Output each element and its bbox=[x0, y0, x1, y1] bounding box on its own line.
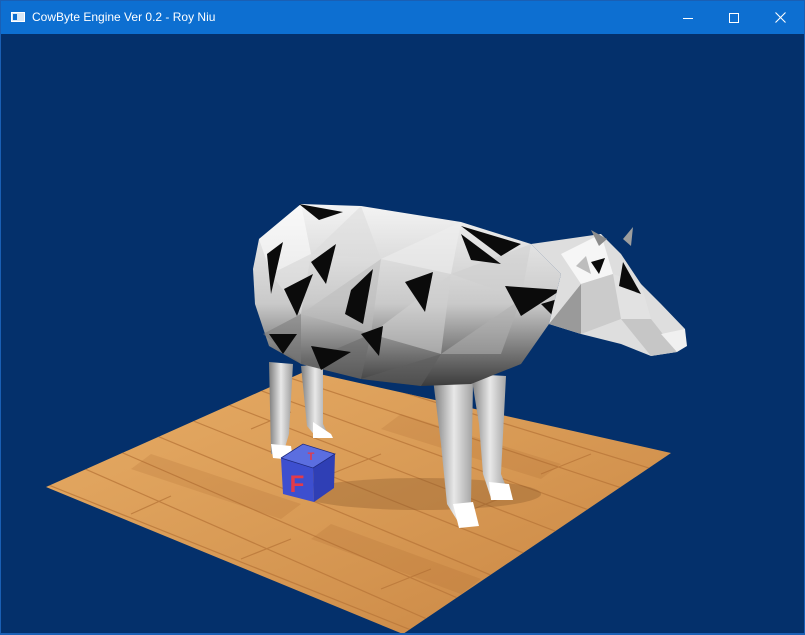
maximize-icon bbox=[729, 12, 739, 23]
close-button[interactable] bbox=[757, 1, 803, 34]
render-viewport[interactable]: F T bbox=[1, 34, 804, 634]
title-bar[interactable]: CowByte Engine Ver 0.2 - Roy Niu bbox=[1, 1, 804, 34]
app-window: CowByte Engine Ver 0.2 - Roy Niu F T bbox=[0, 0, 805, 635]
minimize-button[interactable] bbox=[665, 1, 711, 34]
window-title: CowByte Engine Ver 0.2 - Roy Niu bbox=[32, 10, 216, 24]
cube-top-letter: T bbox=[308, 451, 315, 463]
minimize-icon bbox=[683, 17, 693, 19]
maximize-button[interactable] bbox=[711, 1, 757, 34]
app-window-icon bbox=[11, 12, 25, 22]
close-icon bbox=[774, 12, 786, 23]
window-bottom-border bbox=[1, 633, 804, 634]
cube-front-letter: F bbox=[290, 471, 305, 498]
scene-canvas: F T bbox=[46, 204, 687, 634]
